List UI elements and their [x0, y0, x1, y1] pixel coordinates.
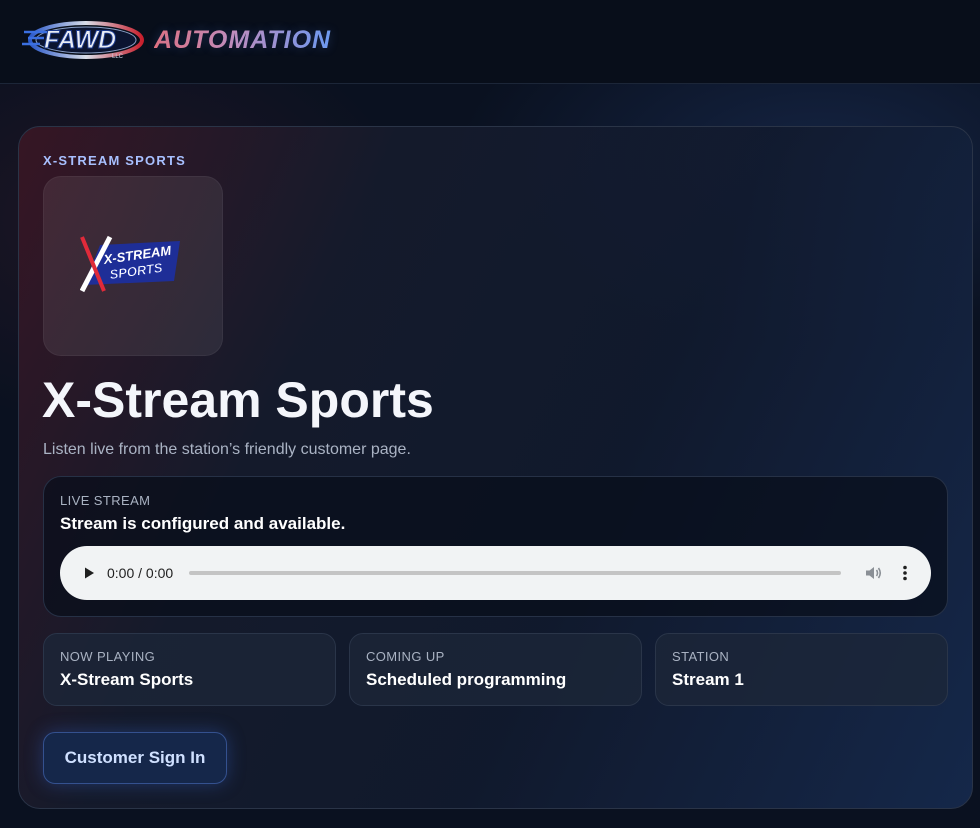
live-stream-panel: LIVE STREAM Stream is configured and ava… [43, 476, 948, 617]
station-info-card: STATION Stream 1 [655, 633, 948, 706]
fawd-logo-text: FAWD [44, 26, 116, 54]
fawd-logo-subtext: LLC [112, 54, 124, 60]
player-time: 0:00 / 0:00 [107, 565, 174, 581]
now-playing-label: NOW PLAYING [60, 649, 156, 664]
player-progress-bar[interactable] [189, 571, 841, 575]
fawd-logo-graphic: FAWD LLC [22, 21, 144, 60]
now-playing-card: NOW PLAYING X-Stream Sports [43, 633, 336, 706]
audio-player[interactable]: 0:00 / 0:00 [60, 546, 931, 600]
volume-icon[interactable] [863, 563, 883, 583]
station-info-label: STATION [672, 649, 730, 664]
station-eyebrow: X-STREAM SPORTS [43, 153, 186, 168]
live-stream-label: LIVE STREAM [60, 493, 151, 508]
station-title: X-Stream Sports [42, 372, 434, 428]
station-card: X-STREAM SPORTS X-STREAM SPORTS X-Stream… [18, 126, 973, 809]
coming-up-value: Scheduled programming [366, 670, 567, 689]
brand-automation-text: AUTOMATION [154, 26, 332, 54]
now-playing-value: X-Stream Sports [60, 670, 194, 689]
more-vertical-icon[interactable] [898, 563, 912, 583]
station-logo: X-STREAM SPORTS [43, 176, 223, 356]
xstream-logo-graphic: X-STREAM SPORTS [80, 235, 180, 293]
station-subtitle: Listen live from the station’s friendly … [43, 441, 411, 458]
top-bar: FAWD LLC AUTOMATION [0, 0, 980, 84]
coming-up-card: COMING UP Scheduled programming [349, 633, 642, 706]
stream-status-text: Stream is configured and available. [60, 514, 346, 533]
customer-sign-in-button[interactable]: Customer Sign In [43, 732, 227, 784]
fawd-logo[interactable]: FAWD LLC [22, 18, 146, 62]
station-info-value: Stream 1 [672, 670, 744, 689]
play-icon[interactable] [80, 564, 98, 582]
coming-up-label: COMING UP [366, 649, 445, 664]
